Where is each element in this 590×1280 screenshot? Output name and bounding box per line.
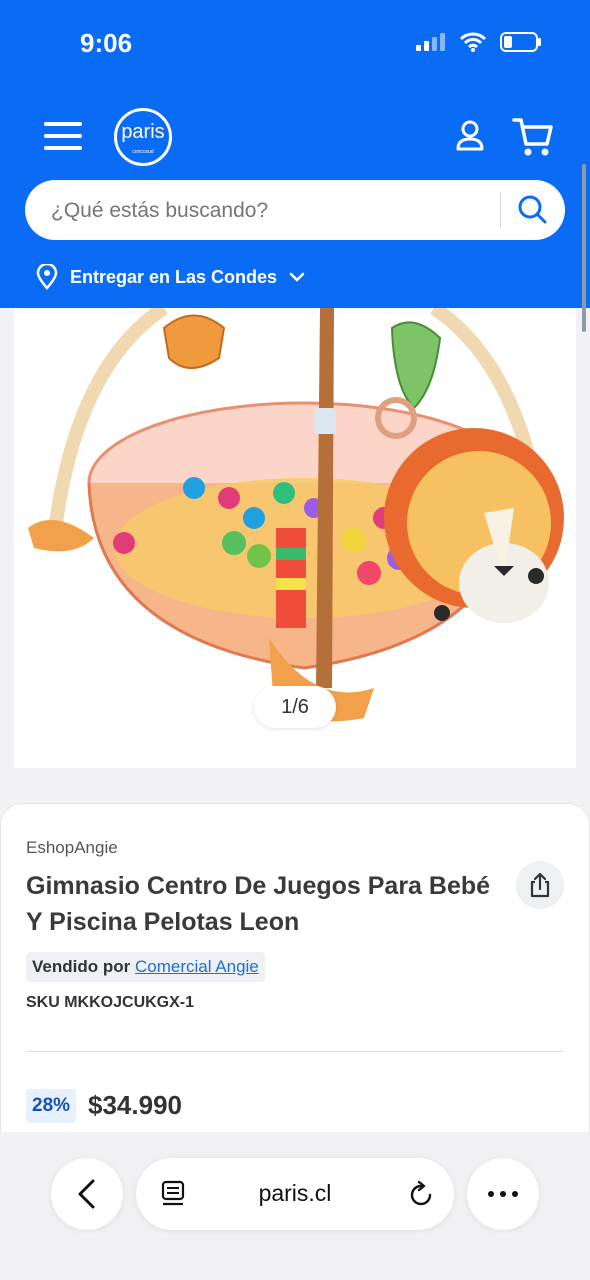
chevron-down-icon	[289, 272, 305, 282]
search-input[interactable]	[49, 194, 493, 228]
divider	[26, 1051, 564, 1052]
search-bar[interactable]	[25, 180, 565, 240]
reload-icon[interactable]	[408, 1180, 434, 1208]
discount-badge: 28%	[26, 1089, 77, 1123]
battery-icon	[500, 32, 541, 52]
product-brand[interactable]: EshopAngie	[26, 838, 118, 858]
product-sku: SKU MKKOJCUKGX-1	[26, 994, 195, 1011]
cart-icon[interactable]	[512, 116, 554, 158]
delivery-text: Entregar en Las Condes	[70, 266, 278, 287]
more-button[interactable]	[467, 1158, 539, 1230]
sold-by-label: Vendido por	[32, 957, 131, 976]
chevron-left-icon	[78, 1179, 95, 1209]
status-time: 9:06	[80, 28, 133, 58]
status-icons	[416, 32, 542, 52]
logo-text: paris	[121, 121, 165, 143]
share-button[interactable]	[516, 861, 564, 909]
share-icon	[530, 872, 550, 898]
product-title: Gimnasio Centro De Juegos Para Bebé Y Pi…	[26, 872, 491, 936]
back-button[interactable]	[51, 1158, 123, 1230]
scrollbar[interactable]	[582, 164, 586, 332]
more-dots-icon	[488, 1191, 518, 1197]
wifi-icon	[460, 32, 486, 52]
menu-icon[interactable]	[44, 122, 82, 150]
delivery-location[interactable]: Entregar en Las Condes	[36, 264, 305, 290]
search-separator	[500, 192, 501, 228]
product-price: $34.990	[88, 1090, 182, 1120]
user-icon[interactable]	[456, 120, 484, 152]
gallery-counter: 1/6	[254, 686, 336, 728]
seller-badge: Vendido por Comercial Angie	[26, 952, 265, 982]
url-text: paris.cl	[258, 1180, 332, 1206]
search-icon[interactable]	[517, 194, 547, 224]
location-pin-icon	[36, 264, 58, 290]
address-bar[interactable]: paris.cl	[136, 1158, 454, 1230]
logo-sub: cencosud	[132, 149, 154, 155]
seller-link[interactable]: Comercial Angie	[135, 957, 259, 976]
paris-logo[interactable]: paris cencosud	[114, 108, 172, 166]
signal-icon	[416, 33, 445, 51]
